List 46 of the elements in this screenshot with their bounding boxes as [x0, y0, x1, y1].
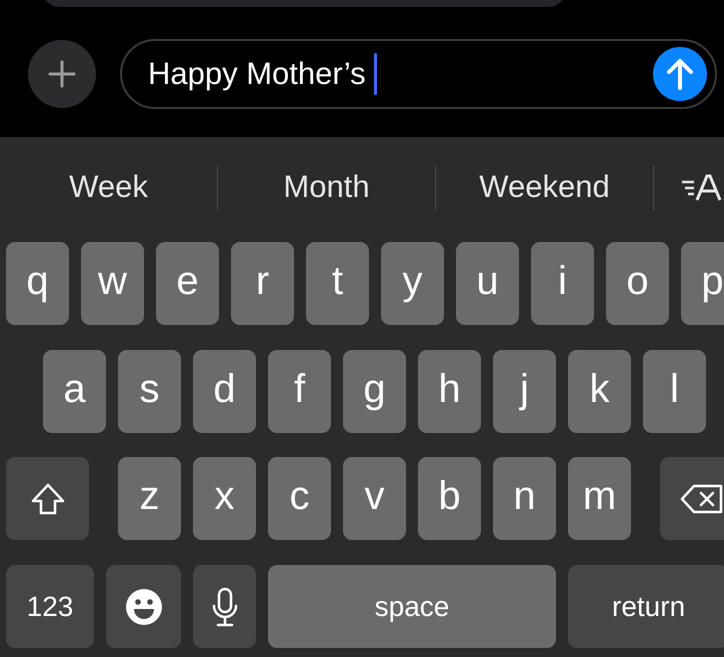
- arrow-up-icon: [666, 58, 694, 90]
- letter-key[interactable]: t: [306, 242, 369, 325]
- letter-key[interactable]: p: [681, 242, 724, 325]
- letter-key[interactable]: f: [268, 350, 331, 433]
- letter-key[interactable]: k: [568, 350, 631, 433]
- letter-key[interactable]: y: [381, 242, 444, 325]
- letter-key[interactable]: j: [493, 350, 556, 433]
- return-key[interactable]: return: [568, 565, 724, 648]
- suggestion[interactable]: Month: [218, 160, 435, 215]
- letter-key[interactable]: v: [343, 457, 406, 540]
- numbers-key[interactable]: 123: [6, 565, 94, 648]
- letter-key[interactable]: h: [418, 350, 481, 433]
- letter-key[interactable]: o: [606, 242, 669, 325]
- letter-key[interactable]: s: [118, 350, 181, 433]
- plus-icon: [48, 60, 76, 88]
- letter-key[interactable]: z: [118, 457, 181, 540]
- letter-key[interactable]: m: [568, 457, 631, 540]
- emoji-key[interactable]: [106, 565, 181, 648]
- dictation-key[interactable]: [193, 565, 256, 648]
- backspace-icon: [680, 484, 724, 514]
- space-key[interactable]: space: [268, 565, 556, 648]
- letter-key[interactable]: r: [231, 242, 294, 325]
- send-button[interactable]: [653, 47, 707, 101]
- letter-key[interactable]: u: [456, 242, 519, 325]
- letter-key[interactable]: q: [6, 242, 69, 325]
- letter-key[interactable]: e: [156, 242, 219, 325]
- shift-key[interactable]: [6, 457, 89, 540]
- letter-key[interactable]: g: [343, 350, 406, 433]
- text-cursor: [374, 53, 377, 95]
- letter-key[interactable]: b: [418, 457, 481, 540]
- message-input-field[interactable]: Happy Mother’s: [120, 39, 717, 109]
- letter-key[interactable]: i: [531, 242, 594, 325]
- text-format-icon[interactable]: [680, 172, 724, 202]
- letter-key[interactable]: w: [81, 242, 144, 325]
- letter-key[interactable]: d: [193, 350, 256, 433]
- letter-key[interactable]: a: [43, 350, 106, 433]
- letter-key[interactable]: c: [268, 457, 331, 540]
- shift-icon: [30, 482, 66, 516]
- delete-key[interactable]: [660, 457, 724, 540]
- suggestion[interactable]: Week: [0, 160, 217, 215]
- microphone-icon: [212, 586, 238, 626]
- letter-key[interactable]: n: [493, 457, 556, 540]
- letter-key[interactable]: x: [193, 457, 256, 540]
- letter-key[interactable]: l: [643, 350, 706, 433]
- smiley-icon: [124, 588, 162, 626]
- suggestion[interactable]: Weekend: [436, 160, 653, 215]
